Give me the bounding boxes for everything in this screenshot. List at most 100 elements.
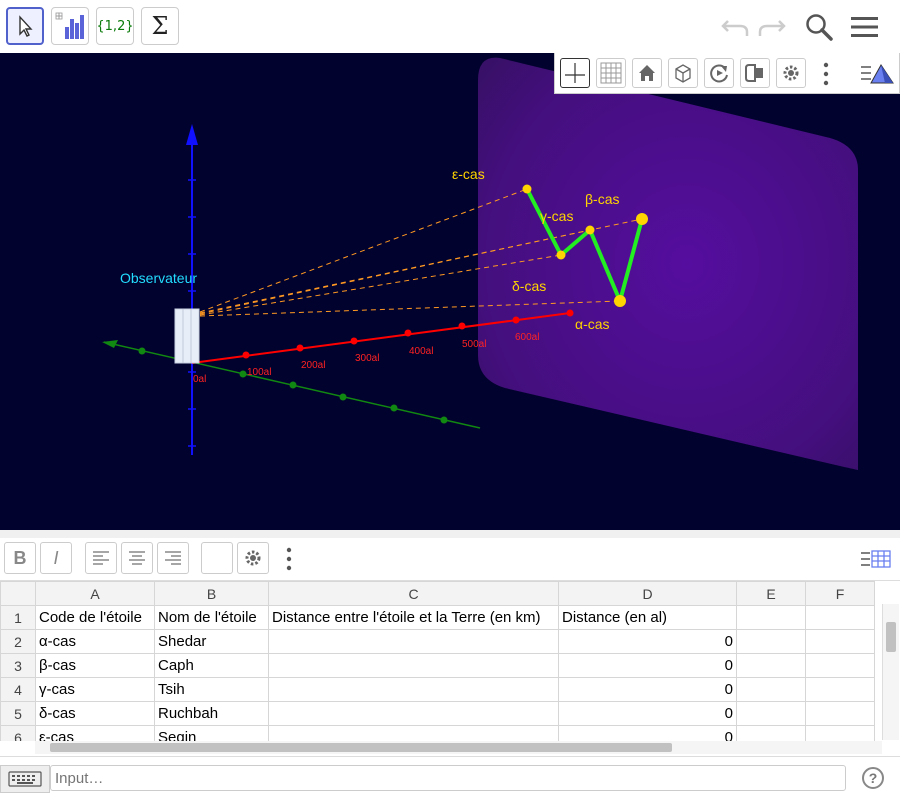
graphics-settings-button[interactable] [776,58,806,88]
cell[interactable] [736,653,806,678]
column-header-b[interactable]: B [154,581,269,606]
cell[interactable]: Nom de l'étoile [154,605,269,630]
standard-view-button[interactable] [632,58,662,88]
column-header-a[interactable]: A [35,581,155,606]
cell[interactable] [268,653,559,678]
cell[interactable] [268,677,559,702]
cell[interactable] [736,677,806,702]
graphics-view-button[interactable] [51,7,89,45]
star-plane [478,57,858,470]
clipping-button[interactable] [668,58,698,88]
row-header[interactable]: 4 [0,677,36,702]
more-options-button[interactable] [821,62,831,86]
align-left-button[interactable] [85,542,117,574]
row-header[interactable]: 6 [0,725,36,741]
cell[interactable] [736,725,806,741]
cell[interactable]: β-cas [35,653,155,678]
cell[interactable]: Code de l'étoile [35,605,155,630]
cell[interactable] [805,701,875,726]
bold-button[interactable]: B [4,542,36,574]
star-epsilon [522,184,532,194]
redo-button[interactable] [754,10,790,44]
main-menu-button[interactable] [847,10,883,44]
background-color-button[interactable] [201,542,233,574]
redo-icon [758,20,786,36]
rotate-icon [710,64,728,83]
cell[interactable]: α-cas [35,629,155,654]
spreadsheet-style-bar: B I [0,538,900,581]
pyramid-view-icon [861,64,894,84]
cell[interactable] [268,629,559,654]
cell[interactable] [736,629,806,654]
gear-icon [245,550,261,566]
move-tool-button[interactable] [6,7,44,45]
algebra-input-field[interactable] [50,765,846,791]
corner-cell[interactable] [0,581,36,606]
row-header[interactable]: 2 [0,629,36,654]
cell[interactable] [268,701,559,726]
table-row: 4 γ-cas Tsih 0 [0,677,875,702]
vertical-scrollbar[interactable] [882,604,899,740]
cell[interactable] [805,725,875,741]
cell[interactable] [268,725,559,741]
cell[interactable] [736,605,806,630]
cell[interactable]: 0 [558,629,737,654]
cell[interactable] [805,653,875,678]
row-header[interactable]: 1 [0,605,36,630]
set-tool-button[interactable]: {1,2} [96,7,134,45]
tick-label-0: 0al [193,374,206,385]
cell[interactable]: Caph [154,653,269,678]
rotate-view-button[interactable] [704,58,734,88]
horizontal-scrollbar[interactable] [35,741,882,754]
help-button[interactable]: ? [862,767,884,789]
row-header[interactable]: 5 [0,701,36,726]
undo-button[interactable] [717,10,753,44]
horizontal-scroll-thumb[interactable] [50,743,672,752]
show-grid-button[interactable] [596,58,626,88]
align-center-button[interactable] [121,542,153,574]
cell[interactable]: γ-cas [35,677,155,702]
cell[interactable]: Tsih [154,677,269,702]
table-view-icon [861,550,891,568]
keyboard-icon [8,771,42,787]
projection-button[interactable] [740,58,770,88]
keyboard-button[interactable] [0,765,50,793]
vertical-dots-icon [286,547,292,571]
cell[interactable]: 0 [558,677,737,702]
cell[interactable]: δ-cas [35,701,155,726]
cell[interactable]: ε-cas [35,725,155,741]
cell[interactable]: Distance (en al) [558,605,737,630]
search-button[interactable] [801,10,837,44]
cell[interactable]: 0 [558,653,737,678]
cell[interactable] [805,605,875,630]
cell[interactable] [805,677,875,702]
row-header[interactable]: 3 [0,653,36,678]
cell[interactable]: Ruchbah [154,701,269,726]
cell[interactable]: Shedar [154,629,269,654]
star-gamma [585,225,595,235]
graphics-3d-view[interactable]: 0al 100al 200al 300al 400al 500al 600al … [0,53,900,530]
gear-icon [783,65,799,81]
sum-tool-button[interactable]: Σ [141,7,179,45]
cell[interactable] [805,629,875,654]
vertical-scroll-thumb[interactable] [886,622,896,652]
spreadsheet-settings-button[interactable] [237,542,269,574]
cell[interactable]: Distance entre l'étoile et la Terre (en … [268,605,559,630]
align-right-icon [165,551,181,565]
spreadsheet-view-toggle[interactable] [860,548,892,570]
column-header-d[interactable]: D [558,581,737,606]
show-axes-button[interactable] [560,58,590,88]
cell[interactable] [736,701,806,726]
view-toggle-button[interactable] [859,61,895,87]
spreadsheet[interactable]: A B C D E F 1 Code de l'étoile Nom de l'… [0,581,882,741]
align-right-button[interactable] [157,542,189,574]
column-header-e[interactable]: E [736,581,806,606]
italic-button[interactable]: I [40,542,72,574]
y-axis-arrow [102,340,118,348]
column-header-f[interactable]: F [805,581,875,606]
cell[interactable]: Segin [154,725,269,741]
column-header-c[interactable]: C [268,581,559,606]
cell[interactable]: 0 [558,701,737,726]
cell[interactable]: 0 [558,725,737,741]
spreadsheet-more-button[interactable] [284,547,294,571]
